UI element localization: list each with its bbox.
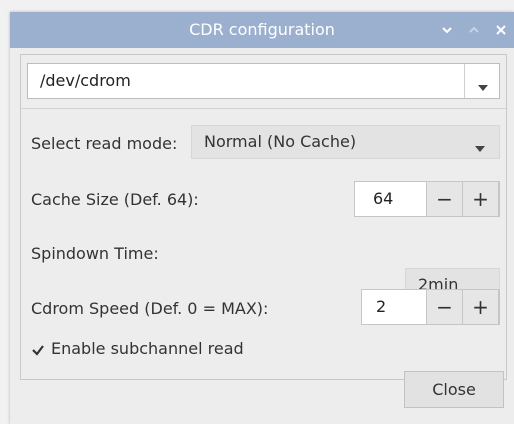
cdr-config-window: CDR configuration /dev/cdrom Select read… (10, 12, 514, 424)
cdrom-speed-label: Cdrom Speed (Def. 0 = MAX): (31, 299, 269, 318)
read-mode-value: Normal (No Cache) (204, 132, 357, 151)
cdrom-speed-decrement-button[interactable]: − (426, 289, 463, 325)
read-mode-select[interactable]: Normal (No Cache) (191, 125, 500, 159)
divider (21, 108, 506, 109)
spindown-label: Spindown Time: (31, 244, 159, 263)
maximize-icon[interactable] (467, 23, 481, 37)
chevron-down-icon (474, 281, 486, 295)
close-icon[interactable] (494, 23, 508, 37)
cache-size-label: Cache Size (Def. 64): (31, 190, 199, 209)
settings-frame: /dev/cdrom Select read mode: Normal (No … (20, 54, 507, 380)
read-mode-label: Select read mode: (31, 134, 178, 153)
window-title: CDR configuration (189, 20, 335, 39)
cache-size-increment-button[interactable]: + (462, 181, 499, 217)
device-combo[interactable]: /dev/cdrom (27, 63, 500, 99)
cdrom-speed-spinner: 2 − + (361, 289, 500, 325)
chevron-down-icon (474, 138, 486, 152)
cache-size-spinner: 64 − + (354, 181, 500, 217)
close-button[interactable]: Close (404, 371, 504, 408)
cache-size-decrement-button[interactable]: − (426, 181, 463, 217)
subchannel-label[interactable]: Enable subchannel read (51, 339, 244, 358)
cdrom-speed-value[interactable]: 2 (376, 290, 386, 324)
subchannel-checkbox[interactable] (31, 342, 45, 356)
cdrom-speed-increment-button[interactable]: + (462, 289, 499, 325)
cache-size-value[interactable]: 64 (373, 182, 393, 216)
chevron-down-icon[interactable] (477, 77, 489, 91)
device-value[interactable]: /dev/cdrom (40, 64, 131, 98)
titlebar[interactable]: CDR configuration (10, 12, 514, 48)
minimize-icon[interactable] (440, 23, 454, 37)
combo-separator (464, 64, 465, 98)
